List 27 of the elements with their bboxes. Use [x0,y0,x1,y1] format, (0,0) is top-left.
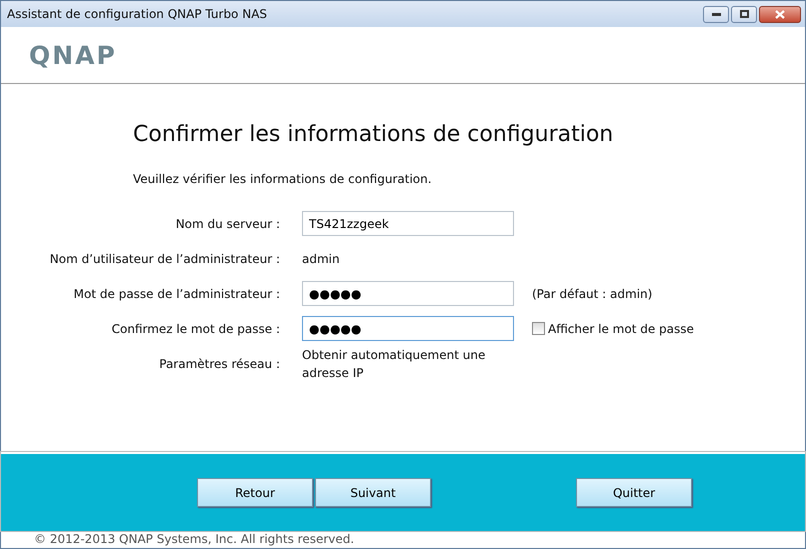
instruction-text: Veuillez vérifier les informations de configuration. [133,171,433,188]
field-label: Mot de passe de l’administrateur : [72,286,280,303]
hint-text: (Par défaut : admin) [532,286,652,303]
field-label: Nom du serveur : [174,216,280,233]
window-title: Assistant de configuration QNAP Turbo NAS [7,6,268,23]
dialog-button[interactable]: Retour [197,478,313,507]
input-field[interactable]: ●●●●● [302,281,514,306]
maximize-icon [740,10,748,18]
logo: QNAP [29,42,117,68]
dialog-button[interactable]: Quitter [576,478,692,507]
field-label: Paramètres réseau : [158,356,280,373]
heading: Confirmer les informations de configuration [133,122,614,148]
input-field[interactable]: ●●●●● [302,316,514,342]
close-icon [775,10,785,18]
copyright-text: © 2012-2013 QNAP Systems, Inc. All rights reserved. [33,531,356,548]
close-button[interactable] [759,6,801,22]
field-value: admin [302,250,341,268]
field-value: Obtenir automatiquement une adresse IP [302,346,486,382]
dialog-button[interactable]: Suivant [315,478,431,507]
input-field[interactable]: TS421zzgeek [302,211,514,236]
field-label: Nom d’utilisateur de l’administrateur : [48,250,280,268]
minimize-icon [712,12,720,16]
checkbox[interactable] [532,322,545,336]
minimize-button[interactable] [703,6,729,22]
field-label: Confirmez le mot de passe : [110,320,280,338]
maximize-button[interactable] [731,6,757,22]
checkbox-label[interactable]: Afficher le mot de passe [548,320,694,338]
